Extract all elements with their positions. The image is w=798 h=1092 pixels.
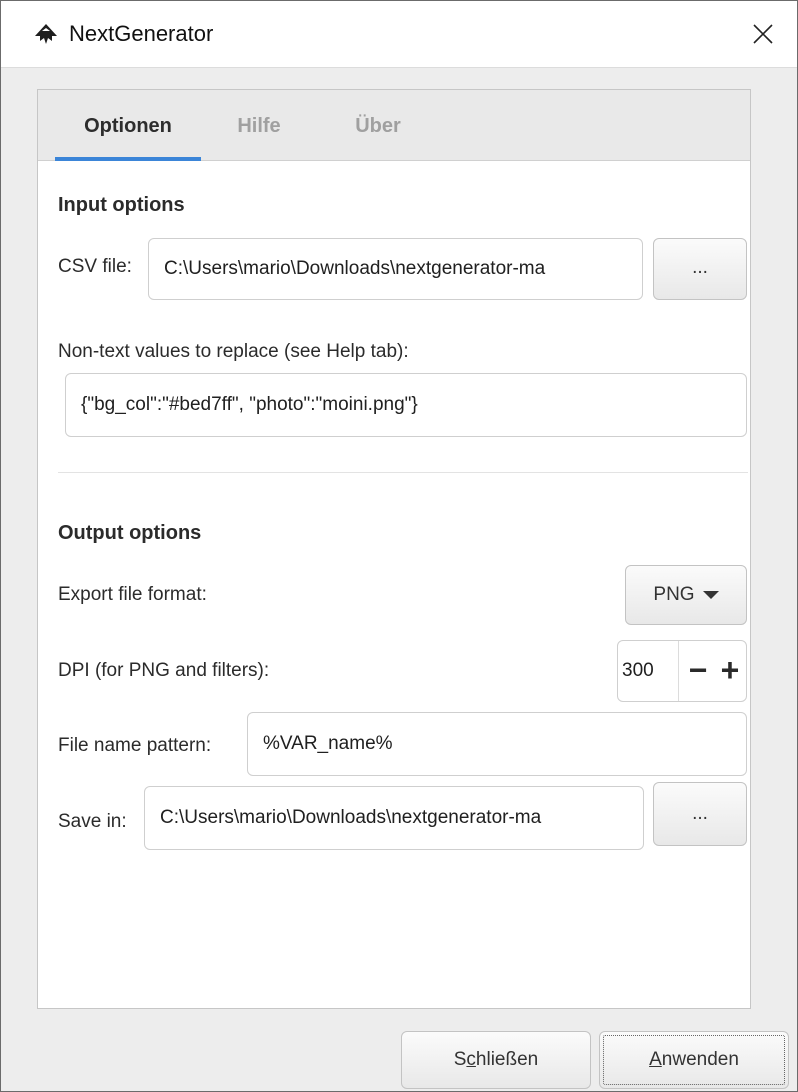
inkscape-logo-icon: [33, 23, 59, 45]
csv-file-label: CSV file:: [58, 256, 132, 277]
dpi-spinbutton[interactable]: 300 − +: [617, 640, 747, 702]
tab-ueber[interactable]: Über: [345, 90, 411, 160]
save-in-label: Save in:: [58, 811, 127, 832]
chevron-down-icon: [702, 590, 719, 599]
dpi-label: DPI (for PNG and filters):: [58, 660, 270, 681]
dialog-window: NextGenerator Optionen Hilfe Über Input …: [0, 0, 798, 1092]
apply-button-text: nwenden: [661, 1049, 739, 1070]
close-button-mnemonic: c: [466, 1049, 476, 1070]
export-format-value: PNG: [653, 584, 695, 605]
export-format-dropdown[interactable]: PNG: [625, 565, 747, 625]
tab-bar: Optionen Hilfe Über: [38, 90, 750, 161]
file-name-pattern-input[interactable]: %VAR_name%: [247, 712, 747, 776]
input-options-heading: Input options: [58, 194, 185, 216]
csv-browse-button[interactable]: ...: [653, 238, 747, 300]
close-button-text: S: [453, 1049, 467, 1070]
file-name-pattern-label: File name pattern:: [58, 735, 212, 756]
dpi-increment-button[interactable]: +: [714, 641, 746, 701]
close-icon: [753, 24, 773, 44]
spin-divider: [678, 641, 679, 701]
output-options-heading: Output options: [58, 522, 202, 544]
csv-file-input[interactable]: C:\Users\mario\Downloads\nextgenerator-m…: [148, 238, 643, 300]
apply-button-mnemonic: A: [649, 1049, 662, 1070]
replace-values-label: Non-text values to replace (see Help tab…: [58, 341, 409, 362]
options-notebook: Optionen Hilfe Über Input options CSV fi…: [37, 89, 751, 1009]
dpi-value[interactable]: 300: [622, 641, 654, 701]
tab-hilfe[interactable]: Hilfe: [224, 90, 294, 160]
export-format-label: Export file format:: [58, 584, 207, 605]
section-separator: [58, 472, 748, 473]
close-button[interactable]: Schließen: [401, 1031, 591, 1089]
save-in-browse-button[interactable]: ...: [653, 782, 747, 846]
dpi-decrement-button[interactable]: −: [682, 641, 714, 701]
save-in-input[interactable]: C:\Users\mario\Downloads\nextgenerator-m…: [144, 786, 644, 850]
title-bar[interactable]: NextGenerator: [1, 1, 797, 68]
apply-button[interactable]: Anwenden: [599, 1031, 789, 1089]
window-title: NextGenerator: [69, 21, 214, 46]
close-window-button[interactable]: [741, 13, 785, 55]
tab-optionen[interactable]: Optionen: [55, 90, 201, 161]
close-button-text-rest: hließen: [475, 1049, 539, 1070]
replace-values-input[interactable]: {"bg_col":"#bed7ff", "photo":"moini.png"…: [65, 373, 747, 437]
